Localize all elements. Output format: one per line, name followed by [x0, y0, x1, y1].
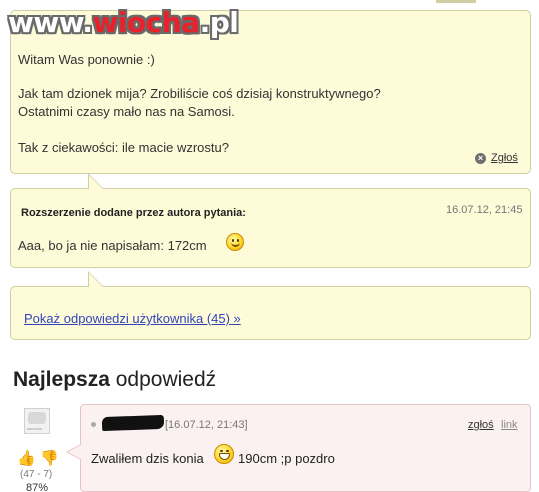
answer-permalink[interactable]: link [501, 419, 518, 431]
author-bullet-icon [91, 422, 96, 427]
report-question-link[interactable]: Zgłoś [491, 152, 518, 164]
question-greeting: Witam Was ponownie :) [18, 52, 155, 67]
thumb-up-icon[interactable]: 👍 [17, 451, 36, 466]
user-answers-tail-inner [89, 273, 103, 287]
site-watermark: www.wiocha.pl [8, 6, 239, 39]
vote-count: (47 - 7) [20, 469, 53, 480]
question-line-1: Jak tam dzionek mija? Zrobiliście coś dz… [18, 86, 381, 101]
best-answer-heading: Najlepsza odpowiedź [13, 368, 217, 391]
redacted-username [101, 414, 165, 432]
avatar-caption: samosia [27, 426, 42, 431]
question-line-3: Tak z ciekawości: ile macie wzrostu? [18, 140, 229, 155]
answer-text-start: Zwaliłem dzis konia [91, 451, 204, 466]
extension-date: 16.07.12, 21:45 [446, 204, 523, 216]
report-answer-link[interactable]: zgłoś [468, 419, 494, 431]
show-user-answers-link[interactable]: Pokaż odpowiedzi użytkownika (45) » [24, 311, 241, 326]
x-circle-icon[interactable]: × [475, 153, 486, 164]
extension-title: Rozszerzenie dodane przez autora pytania… [21, 207, 246, 219]
question-line-2: Ostatnimi czasy mało nas na Samosi. [18, 104, 235, 119]
top-edge-tab [436, 0, 476, 3]
avatar-placeholder-icon [28, 412, 46, 424]
extension-tail-inner [89, 175, 103, 189]
answer-text-end: 190cm ;p pozdro [238, 451, 335, 466]
vote-percent: 87% [26, 482, 49, 492]
thumb-down-icon[interactable]: 👎 [40, 451, 59, 466]
avatar[interactable]: samosia [24, 408, 50, 434]
answer-date: [16.07.12, 21:43] [165, 419, 248, 431]
extension-text: Aaa, bo ja nie napisałam: 172cm [18, 238, 207, 253]
best-answer-tail-inner [68, 445, 81, 459]
grin-icon [214, 444, 234, 464]
smile-icon [226, 233, 244, 251]
extension-box [10, 188, 531, 268]
